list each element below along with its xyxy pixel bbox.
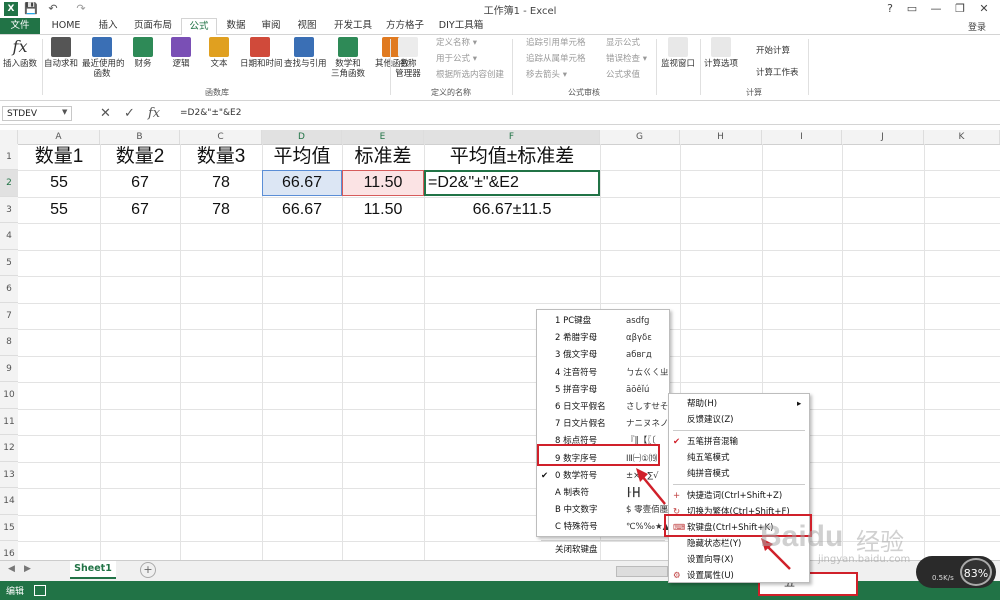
annotation-arrows bbox=[636, 468, 791, 570]
net-percent: 83% bbox=[960, 558, 992, 586]
watermark-brand: Baidu bbox=[760, 520, 844, 553]
net-speed-label: 0.5K/s bbox=[932, 574, 954, 582]
watermark-url: jingyan.baidu.com bbox=[818, 554, 911, 565]
watermark-cn: 经验 bbox=[856, 528, 904, 556]
